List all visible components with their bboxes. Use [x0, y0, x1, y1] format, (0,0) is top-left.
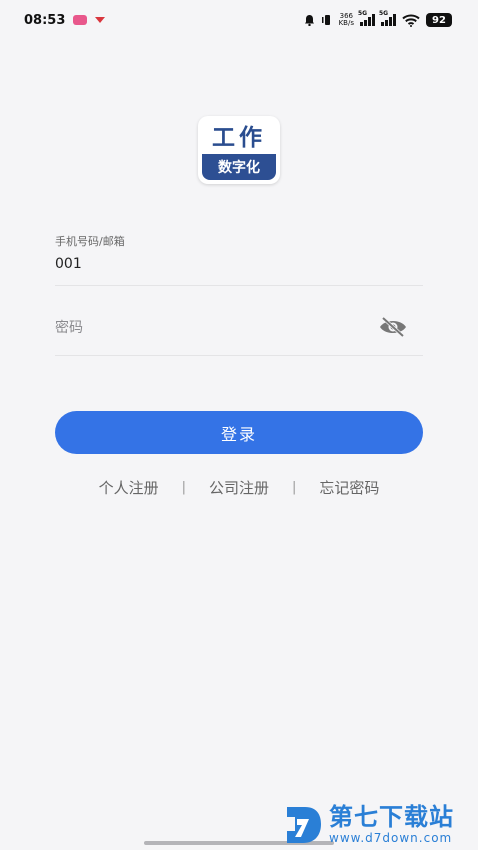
logo-bottom-text: 数字化 — [202, 154, 276, 180]
location-arrow-icon — [95, 17, 106, 23]
status-left: 08:53 — [24, 12, 106, 28]
watermark-logo-icon — [287, 807, 321, 843]
password-input[interactable] — [55, 315, 365, 341]
network-speed: 366 KB/s — [339, 13, 354, 27]
clock: 08:53 — [24, 12, 66, 28]
status-bar: 08:53 366 KB/s 5G 5G 92 — [0, 0, 478, 40]
sim2-network-label: 5G — [379, 10, 389, 17]
vibrate-icon — [321, 15, 330, 25]
login-button[interactable]: 登录 — [55, 411, 423, 454]
wifi-icon — [402, 14, 420, 27]
toggle-password-visibility-button[interactable] — [378, 316, 408, 338]
forgot-password-link[interactable]: 忘记密码 — [319, 477, 379, 498]
account-divider — [55, 285, 423, 286]
sim1-network-label: 5G — [358, 10, 368, 17]
logo-top-text: 工作 — [212, 125, 266, 151]
account-input[interactable] — [55, 252, 423, 276]
app-notification-icon — [73, 15, 88, 25]
watermark-title: 第七下载站 — [329, 802, 454, 831]
company-register-link[interactable]: 公司注册 — [209, 477, 269, 498]
watermark: 第七下载站 www.d7down.com — [283, 800, 475, 848]
status-right: 366 KB/s 5G 5G 92 — [304, 10, 452, 27]
battery-indicator: 92 — [426, 13, 452, 27]
link-separator: | — [292, 479, 297, 495]
signal-icon-sim2: 5G — [379, 10, 396, 26]
account-label: 手机号码/邮箱 — [55, 235, 125, 248]
watermark-text: 第七下载站 www.d7down.com — [329, 805, 454, 844]
bell-icon — [304, 15, 314, 26]
link-separator: | — [181, 479, 186, 495]
signal-icon-sim1: 5G — [358, 10, 375, 26]
eye-off-icon — [380, 316, 406, 338]
watermark-url: www.d7down.com — [329, 830, 453, 845]
password-divider — [55, 355, 423, 356]
app-logo: 工作 数字化 — [198, 116, 280, 184]
network-speed-unit: KB/s — [338, 19, 354, 27]
personal-register-link[interactable]: 个人注册 — [99, 477, 159, 498]
auth-links: 个人注册 | 公司注册 | 忘记密码 — [55, 476, 423, 498]
